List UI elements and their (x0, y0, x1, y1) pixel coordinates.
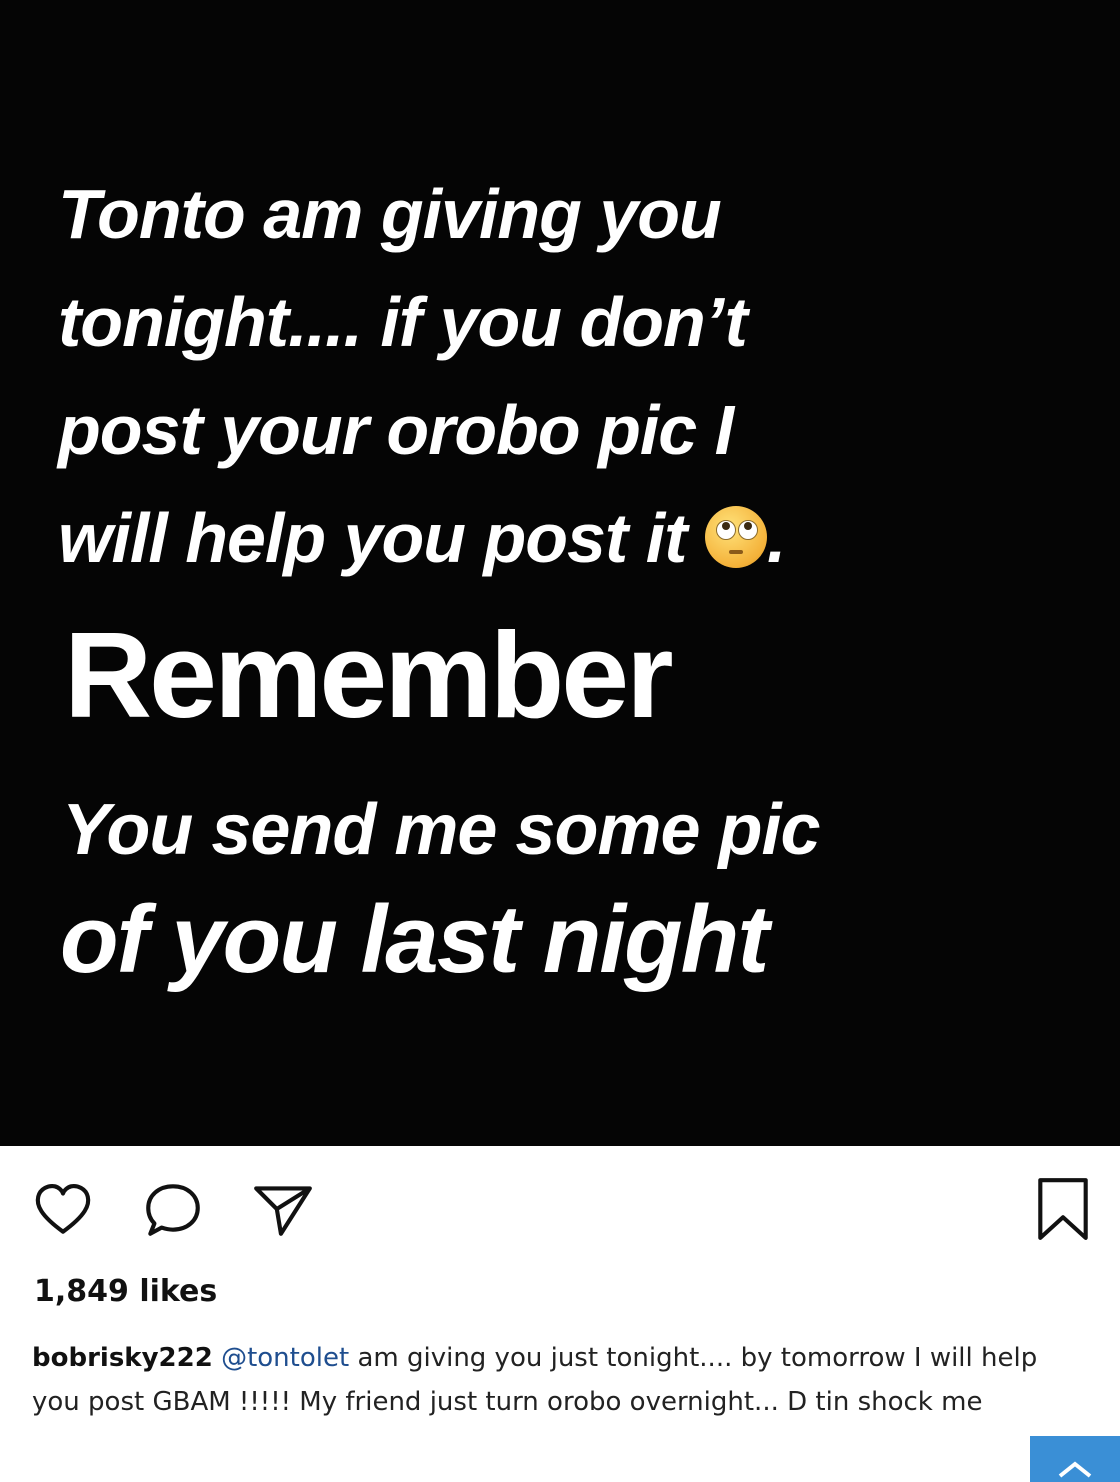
story-line: post your orobo pic I (58, 391, 734, 469)
story-line: will help you post it (58, 499, 687, 577)
chevron-up-icon (1058, 1461, 1092, 1478)
post-caption: bobrisky222 @tontolet am giving you just… (32, 1336, 1072, 1424)
story-period: . (766, 499, 786, 577)
share-icon[interactable] (250, 1176, 316, 1242)
heart-icon[interactable] (30, 1176, 96, 1242)
caption-mention[interactable]: @tontolet (221, 1343, 349, 1373)
post-image[interactable]: Tonto am giving you tonight.... if you d… (0, 0, 1120, 1146)
story-text-block: Tonto am giving you tonight.... if you d… (58, 160, 1068, 592)
story-line: Tonto am giving you (58, 175, 722, 253)
story-line-with-emoji: will help you post it . (58, 484, 1068, 592)
face-with-rolling-eyes-icon (704, 506, 767, 568)
post-action-bar (0, 1166, 1120, 1256)
story-line: You send me some pic (62, 790, 821, 870)
story-line: tonight.... if you don’t (58, 283, 748, 361)
bookmark-icon[interactable] (1030, 1176, 1096, 1242)
scroll-to-top-button[interactable] (1030, 1436, 1120, 1482)
story-remember-text: Remember (64, 607, 674, 743)
caption-username[interactable]: bobrisky222 (32, 1343, 213, 1373)
comment-icon[interactable] (140, 1176, 206, 1242)
story-line: of you last night (60, 886, 769, 993)
likes-count[interactable]: 1,849 likes (34, 1274, 217, 1309)
